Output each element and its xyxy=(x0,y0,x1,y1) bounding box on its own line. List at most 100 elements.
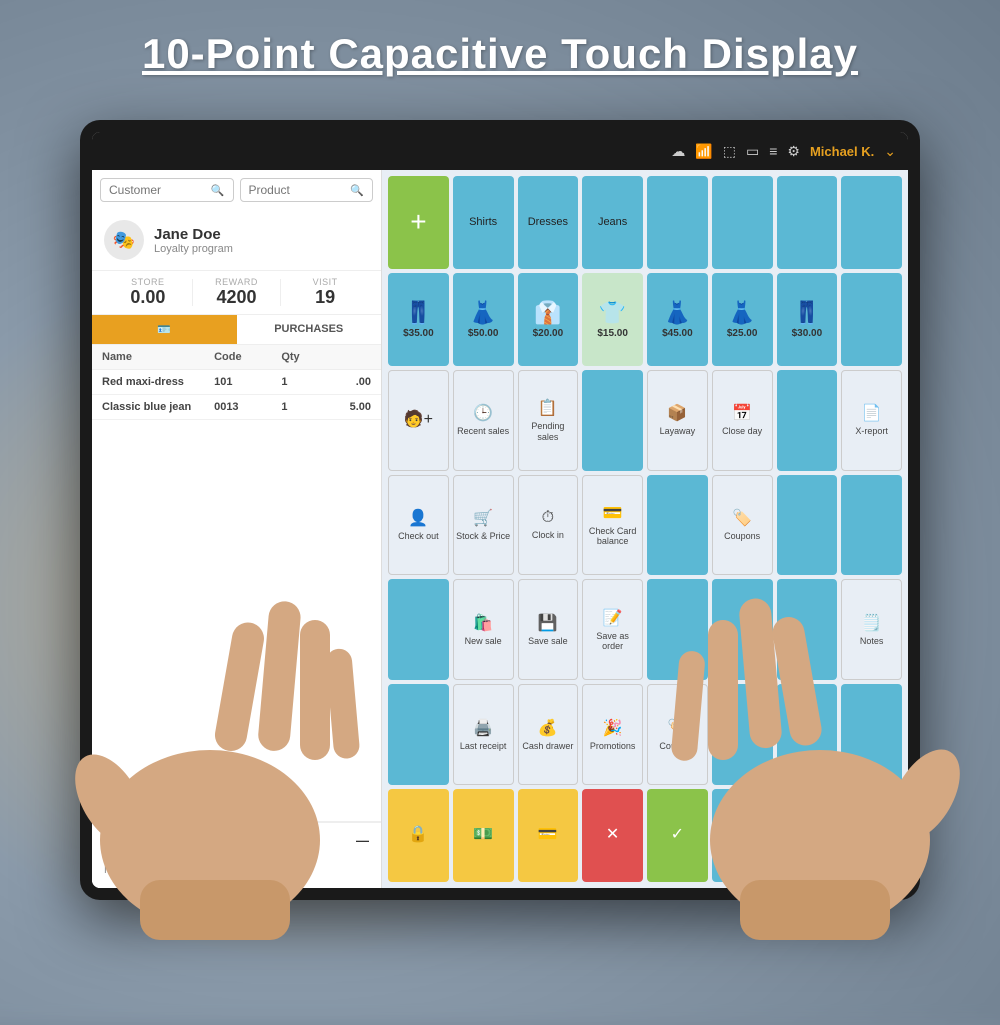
stats-row: STORE 0.00 REWARD 4200 VISIT 19 xyxy=(92,271,381,315)
customer-search-input[interactable] xyxy=(109,183,207,197)
notes-button[interactable]: 🗒️ Notes xyxy=(841,579,902,680)
payment-yellow3-icon: 💳 xyxy=(538,824,558,844)
payment-yellow-button[interactable]: 🔒 xyxy=(388,789,449,882)
product-2-price: $50.00 xyxy=(468,328,499,339)
stock-price-label: Stock & Price xyxy=(456,531,510,542)
product-4-price: $15.00 xyxy=(597,328,628,339)
layaway-label: Layaway xyxy=(660,426,696,437)
new-sale-button[interactable]: 🛍️ New sale xyxy=(453,579,514,680)
product-6[interactable]: 👗 $25.00 xyxy=(712,273,773,366)
product-1-img: 👖 xyxy=(405,300,432,326)
tab-id[interactable]: 🪪 xyxy=(92,315,237,344)
coupons2-label: Coupons xyxy=(659,741,695,752)
payment-yellow2-button[interactable]: 💵 xyxy=(453,789,514,882)
monitor-frame: ☁ 📶 ⬚ ▭ ≡ ⚙ Michael K. ⌄ 🔍 xyxy=(80,120,920,900)
save-sale-button[interactable]: 💾 Save sale xyxy=(518,579,579,680)
category-empty4[interactable] xyxy=(841,176,902,269)
customer-search-box[interactable]: 🔍 xyxy=(100,178,234,202)
cash-drawer-icon: 💰 xyxy=(538,718,558,738)
title-area: 10-Point Capacitive Touch Display xyxy=(0,30,1000,78)
product-7[interactable]: 👖 $30.00 xyxy=(777,273,838,366)
category-jeans[interactable]: Jeans xyxy=(582,176,643,269)
promotions-button[interactable]: 🎉 Promotions xyxy=(582,684,643,785)
payment-green-button[interactable]: ✓ xyxy=(647,789,708,882)
screen: ☁ 📶 ⬚ ▭ ≡ ⚙ Michael K. ⌄ 🔍 xyxy=(92,132,908,888)
pending-sales-button[interactable]: 📋 Pending sales xyxy=(518,370,579,471)
customer-avatar: 🎭 xyxy=(104,220,144,260)
search-area: 🔍 🔍 xyxy=(92,170,381,210)
category-empty1[interactable] xyxy=(647,176,708,269)
row4-empty3 xyxy=(841,475,902,576)
checkout-icon: 👤 xyxy=(408,508,428,528)
table-row: Red maxi-dress 101 1 .00 xyxy=(92,370,381,395)
category-dresses[interactable]: Dresses xyxy=(518,176,579,269)
category-shirts[interactable]: Shirts xyxy=(453,176,514,269)
product-search-box[interactable]: 🔍 xyxy=(240,178,374,202)
tab-purchases[interactable]: PURCHASES xyxy=(237,315,382,344)
product-empty[interactable] xyxy=(841,273,902,366)
x-report-button[interactable]: 📄 X-report xyxy=(841,370,902,471)
product-6-price: $25.00 xyxy=(727,328,758,339)
save-sale-label: Save sale xyxy=(528,636,568,647)
product-5-price: $45.00 xyxy=(662,328,693,339)
card-balance-button[interactable]: 💳 Check Card balance xyxy=(582,475,643,576)
notes-label: Notes xyxy=(860,636,884,647)
product-2-img: 👗 xyxy=(469,300,496,326)
save-order-label: Save as order xyxy=(585,631,640,653)
product-4-img: 👕 xyxy=(599,300,626,326)
customer-search-icon: 🔍 xyxy=(211,184,225,197)
payment-yellow3-button[interactable]: 💳 xyxy=(518,789,579,882)
row5-empty1 xyxy=(388,579,449,680)
cash-drawer-button[interactable]: 💰 Cash drawer xyxy=(518,684,579,785)
product-3[interactable]: 👔 $20.00 xyxy=(518,273,579,366)
tax-label: TAX xyxy=(104,850,125,862)
new-sale-label: New sale xyxy=(465,636,502,647)
last-receipt-button[interactable]: 🖨️ Last receipt xyxy=(453,684,514,785)
signal-icon: 📶 xyxy=(695,143,712,160)
visit-value: 19 xyxy=(281,287,369,308)
total-area: TOTAL — TAX NET xyxy=(92,821,381,888)
table-header: Name Code Qty xyxy=(92,345,381,370)
product-2[interactable]: 👗 $50.00 xyxy=(453,273,514,366)
row5-empty2 xyxy=(647,579,708,680)
row2-code: 0013 xyxy=(214,401,281,413)
reward-value: 4200 xyxy=(193,287,281,308)
row1-qty: 1 xyxy=(281,376,315,388)
layaway-button[interactable]: 📦 Layaway xyxy=(647,370,708,471)
add-product-button[interactable]: + xyxy=(388,176,449,269)
pending-sales-icon: 📋 xyxy=(538,398,558,418)
product-1[interactable]: 👖 $35.00 xyxy=(388,273,449,366)
checkout-label: Check out xyxy=(398,531,439,542)
category-empty3[interactable] xyxy=(777,176,838,269)
save-order-button[interactable]: 📝 Save as order xyxy=(582,579,643,680)
page-title: 10-Point Capacitive Touch Display xyxy=(0,30,1000,78)
product-3-img: 👔 xyxy=(534,300,561,326)
cloud-icon: ☁ xyxy=(671,143,685,160)
last-receipt-label: Last receipt xyxy=(460,741,507,752)
new-sale-icon: 🛍️ xyxy=(473,613,493,633)
product-search-input[interactable] xyxy=(249,183,347,197)
col-name-header: Name xyxy=(102,351,214,363)
payment-red-button[interactable]: ✕ xyxy=(582,789,643,882)
coupons2-icon: 🏷️ xyxy=(667,718,687,738)
clock-in-button[interactable]: ⏱ Clock in xyxy=(518,475,579,576)
coupons2-button[interactable]: 🏷️ Coupons xyxy=(647,684,708,785)
category-empty2[interactable] xyxy=(712,176,773,269)
table-row: Classic blue jean 0013 1 5.00 xyxy=(92,395,381,420)
coupons-button[interactable]: 🏷️ Coupons xyxy=(712,475,773,576)
menu-icon: ≡ xyxy=(769,143,777,159)
product-5[interactable]: 👗 $45.00 xyxy=(647,273,708,366)
stock-price-button[interactable]: 🛒 Stock & Price xyxy=(453,475,514,576)
checkout-button[interactable]: 👤 Check out xyxy=(388,475,449,576)
store-label: STORE xyxy=(104,277,192,287)
product-4[interactable]: 👕 $15.00 xyxy=(582,273,643,366)
product-6-img: 👗 xyxy=(728,300,755,326)
row1-code: 101 xyxy=(214,376,281,388)
recent-sales-label: Recent sales xyxy=(457,426,509,437)
recent-sales-button[interactable]: 🕒 Recent sales xyxy=(453,370,514,471)
add-customer-button[interactable]: 🧑+ xyxy=(388,370,449,471)
row6-empty1 xyxy=(388,684,449,785)
close-day-button[interactable]: 📅 Close day xyxy=(712,370,773,471)
product-search-icon: 🔍 xyxy=(350,184,364,197)
product-1-price: $35.00 xyxy=(403,328,434,339)
